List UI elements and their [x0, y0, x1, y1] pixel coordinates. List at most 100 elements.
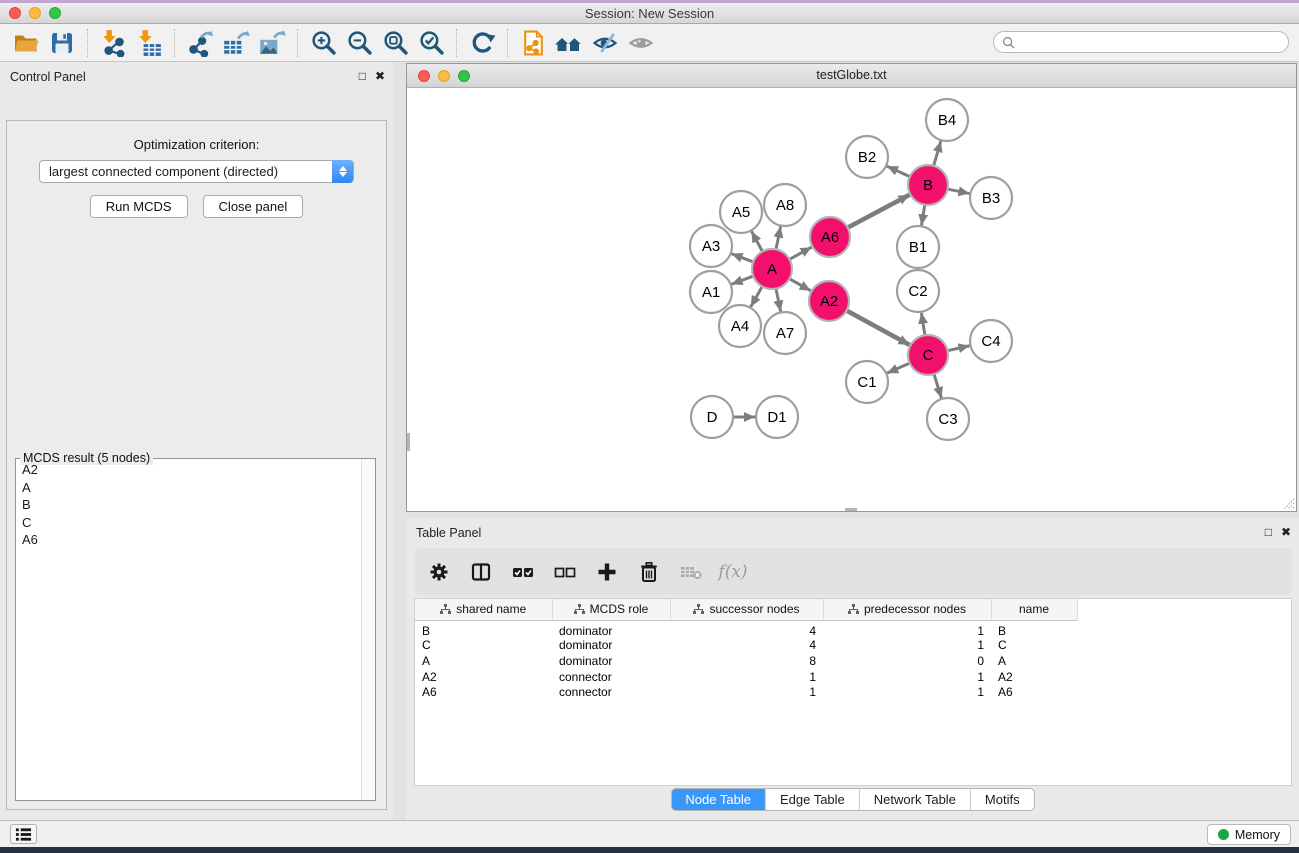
network-window-titlebar[interactable]: testGlobe.txt: [407, 64, 1296, 88]
zoom-in-button[interactable]: [305, 27, 341, 59]
mcds-result-item[interactable]: A6: [17, 531, 360, 549]
delete-table-button[interactable]: [678, 559, 704, 585]
show-columns-button[interactable]: [468, 559, 494, 585]
table-cell: connector: [552, 685, 670, 701]
add-column-button[interactable]: [594, 559, 620, 585]
float-panel-icon[interactable]: □: [359, 69, 366, 83]
table-row[interactable]: A2connector11A2: [415, 669, 1077, 685]
float-panel-icon[interactable]: □: [1265, 525, 1272, 539]
table-cell: B: [991, 620, 1077, 638]
delete-column-button[interactable]: [636, 559, 662, 585]
open-file-button[interactable]: [8, 27, 44, 59]
close-panel-icon[interactable]: ✖: [375, 69, 385, 83]
zoom-selected-button[interactable]: [413, 27, 449, 59]
select-all-button[interactable]: [510, 559, 536, 585]
edge-C-C1[interactable]: [887, 363, 910, 373]
node-label-A2: A2: [820, 293, 838, 310]
function-builder-button[interactable]: f(x): [720, 559, 746, 585]
criterion-dropdown[interactable]: largest connected component (directed): [39, 160, 354, 183]
edge-A-A1[interactable]: [732, 276, 754, 284]
column-header-predecessor-nodes[interactable]: predecessor nodes: [823, 599, 991, 620]
edge-C-C2[interactable]: [921, 313, 925, 336]
zoom-out-button[interactable]: [341, 27, 377, 59]
table-cell: A6: [415, 685, 552, 701]
tab-edge-table[interactable]: Edge Table: [765, 789, 859, 810]
edge-A-A7[interactable]: [776, 289, 781, 312]
hierarchy-icon: [693, 604, 704, 615]
table-cell: dominator: [552, 620, 670, 638]
edge-B-B3[interactable]: [948, 189, 970, 194]
run-mcds-button[interactable]: Run MCDS: [90, 195, 188, 218]
column-header-shared-name[interactable]: shared name: [415, 599, 552, 620]
table-cell: C: [415, 638, 552, 654]
mcds-result-scrollbar[interactable]: [361, 459, 375, 800]
export-table-button[interactable]: [218, 27, 254, 59]
home-button[interactable]: [551, 27, 587, 59]
tab-motifs[interactable]: Motifs: [970, 789, 1034, 810]
edge-C-C4[interactable]: [948, 346, 970, 351]
export-image-icon: [257, 29, 287, 57]
memory-button[interactable]: Memory: [1207, 824, 1291, 845]
hide-graphics-details-button[interactable]: [587, 27, 623, 59]
search-box[interactable]: [993, 31, 1289, 53]
edge-A-A8[interactable]: [776, 227, 781, 250]
table-row[interactable]: Adominator80A: [415, 653, 1077, 669]
table-row[interactable]: A6connector11A6: [415, 685, 1077, 701]
edge-A-A6[interactable]: [790, 247, 812, 259]
mcds-result-item[interactable]: A2: [17, 461, 360, 479]
network-canvas[interactable]: B4B2BB3A8A5A6A3B1AC2A1A2A4A7C4CC1DC3D1: [407, 88, 1296, 511]
table-cell: 8: [670, 653, 823, 669]
optimization-criterion-label: Optimization criterion:: [7, 137, 386, 152]
open-folder-icon: [12, 30, 40, 56]
tab-network-table[interactable]: Network Table: [859, 789, 970, 810]
edge-B-B1[interactable]: [922, 205, 925, 226]
apply-layout-button[interactable]: [464, 27, 500, 59]
gear-icon: [428, 561, 450, 583]
column-header-MCDS-role[interactable]: MCDS role: [552, 599, 670, 620]
table-row[interactable]: Cdominator41C: [415, 638, 1077, 654]
node-label-C1: C1: [857, 374, 876, 391]
toolbar-separator: [456, 29, 457, 57]
node-label-C3: C3: [938, 411, 957, 428]
close-panel-icon[interactable]: ✖: [1281, 525, 1291, 539]
edge-A-A5[interactable]: [752, 231, 763, 251]
save-session-button[interactable]: [44, 27, 80, 59]
zoom-fit-button[interactable]: [377, 27, 413, 59]
node-label-B2: B2: [858, 149, 876, 166]
canvas-horizontal-scroll-hint[interactable]: [845, 508, 857, 511]
export-network-button[interactable]: [182, 27, 218, 59]
edge-A6-B[interactable]: [848, 195, 910, 228]
node-label-C: C: [923, 347, 934, 364]
import-table-button[interactable]: [131, 27, 167, 59]
canvas-vertical-scroll-hint[interactable]: [407, 433, 410, 451]
mcds-result-item[interactable]: C: [17, 514, 360, 532]
column-header-name[interactable]: name: [991, 599, 1077, 620]
import-network-icon: [99, 29, 127, 57]
search-input[interactable]: [1020, 35, 1280, 49]
edge-C-C3[interactable]: [934, 374, 941, 398]
column-header-successor-nodes[interactable]: successor nodes: [670, 599, 823, 620]
close-panel-button[interactable]: Close panel: [203, 195, 304, 218]
column-header-label: name: [1019, 602, 1049, 616]
edge-A-A3[interactable]: [732, 254, 754, 262]
edge-A-A4[interactable]: [751, 286, 762, 306]
mcds-result-item[interactable]: A: [17, 479, 360, 497]
import-network-button[interactable]: [95, 27, 131, 59]
show-graphics-details-button[interactable]: [623, 27, 659, 59]
unselect-all-button[interactable]: [552, 559, 578, 585]
window-resize-grip[interactable]: [1282, 497, 1295, 510]
hierarchy-icon: [574, 604, 585, 615]
save-icon: [49, 30, 75, 56]
edge-B-B2[interactable]: [887, 166, 910, 176]
tab-node-table[interactable]: Node Table: [671, 789, 765, 810]
edge-A2-C[interactable]: [847, 311, 910, 345]
table-cell: 0: [823, 653, 991, 669]
task-history-button[interactable]: [10, 824, 37, 844]
network-document-button[interactable]: [515, 27, 551, 59]
export-image-button[interactable]: [254, 27, 290, 59]
mcds-result-item[interactable]: B: [17, 496, 360, 514]
edge-B-B4[interactable]: [934, 141, 941, 166]
edge-A-A2[interactable]: [789, 279, 810, 291]
table-row[interactable]: Bdominator41B: [415, 620, 1077, 638]
table-settings-button[interactable]: [426, 559, 452, 585]
